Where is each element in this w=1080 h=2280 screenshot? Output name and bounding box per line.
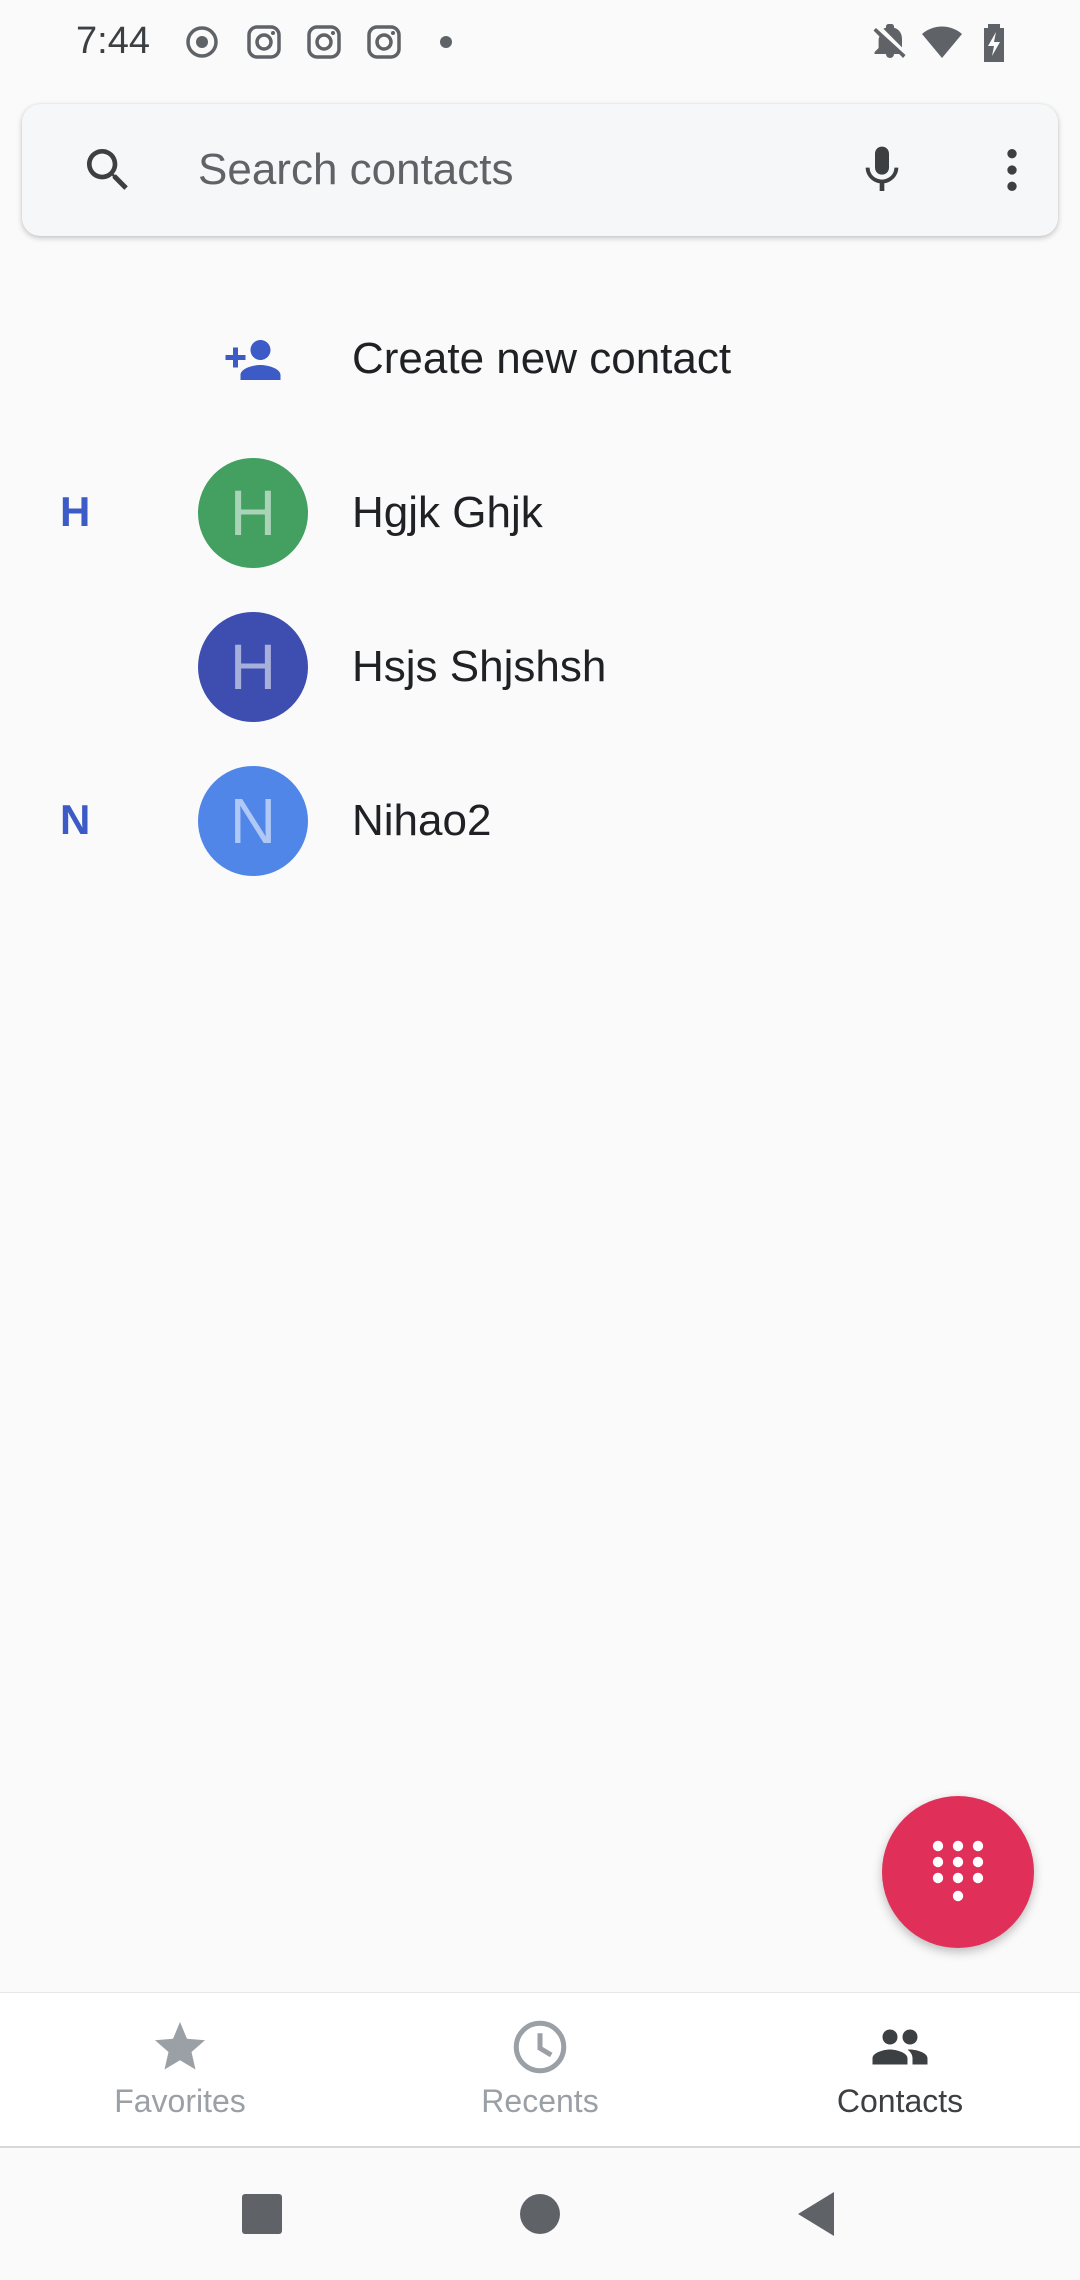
avatar: H [198, 458, 308, 568]
dialpad-icon [932, 1840, 984, 1902]
star-icon [155, 2022, 205, 2070]
contacts-screen: 7:44 Search contacts Create new contact … [0, 0, 1080, 2280]
tab-favorites[interactable]: Favorites [0, 1993, 360, 2149]
contact-row[interactable]: H Hsjs Shjshsh [0, 602, 1080, 732]
section-letter: H [60, 488, 91, 535]
avatar-initial: H [229, 631, 277, 703]
tab-label: Contacts [836, 2083, 964, 2119]
avatar-initial: H [229, 477, 277, 549]
status-bar: 7:44 [0, 0, 1080, 90]
add-person-icon [225, 340, 281, 380]
create-new-contact-row[interactable]: Create new contact [0, 306, 1080, 414]
search-icon [87, 149, 128, 190]
instagram-icon [247, 25, 281, 59]
avatar: H [198, 612, 308, 722]
tab-contacts[interactable]: Contacts [720, 1993, 1080, 2149]
system-navigation-bar [0, 2150, 1080, 2280]
instagram-icon [367, 25, 401, 59]
contact-name: Hsjs Shjshsh [352, 642, 607, 691]
dialpad-button[interactable] [882, 1796, 1034, 1948]
people-icon [872, 2029, 928, 2065]
avatar: N [198, 766, 308, 876]
create-new-contact-label: Create new contact [352, 334, 732, 383]
wifi-icon [922, 26, 962, 58]
instagram-icon [307, 25, 341, 59]
search-bar[interactable] [22, 104, 1058, 236]
back-triangle-icon[interactable] [790, 2186, 846, 2242]
recents-square-icon[interactable] [234, 2186, 290, 2242]
contact-name: Hgjk Ghjk [352, 488, 543, 537]
contact-row[interactable]: N N Nihao2 [0, 756, 1080, 886]
status-time: 7:44 [76, 20, 150, 62]
search-input[interactable] [198, 134, 798, 206]
home-circle-icon[interactable] [512, 2186, 568, 2242]
record-icon [186, 26, 218, 58]
tab-recents[interactable]: Recents [360, 1993, 720, 2149]
battery-charging-icon [984, 24, 1004, 62]
tab-label: Recents [481, 2083, 599, 2119]
clock-icon [513, 2020, 567, 2074]
contact-name: Nihao2 [352, 796, 492, 845]
mic-icon[interactable] [854, 142, 910, 198]
dot-icon [440, 36, 452, 48]
avatar-initial: N [229, 785, 277, 857]
more-options-icon[interactable] [984, 142, 1040, 198]
section-letter: N [60, 796, 91, 843]
bell-off-icon [873, 24, 906, 58]
contact-row[interactable]: H H Hgjk Ghjk [0, 448, 1080, 578]
tab-label: Favorites [114, 2083, 246, 2119]
bottom-navigation: Favorites Recents Contacts [0, 1992, 1080, 2148]
